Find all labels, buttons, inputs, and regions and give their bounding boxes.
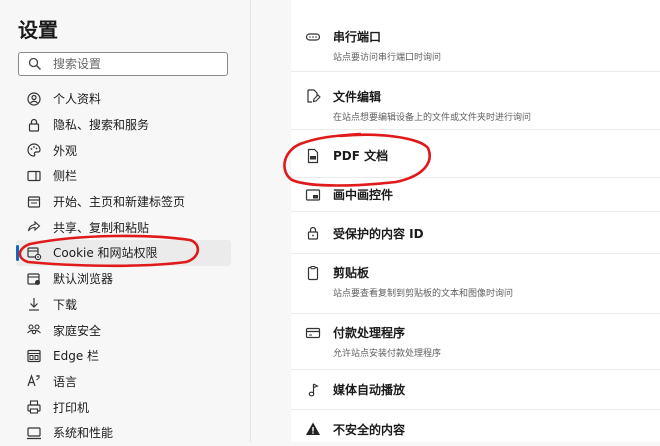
download-icon xyxy=(29,298,39,311)
system-icon xyxy=(27,427,41,439)
page-title: 设置 xyxy=(18,18,58,42)
sidebar-item-label: 系统和性能 xyxy=(53,426,114,441)
edge-bar-icon xyxy=(27,349,41,362)
file-edit-icon xyxy=(307,89,321,103)
permission-file-editing[interactable]: 文件编辑 在站点想要编辑设备上的文件或文件夹时进行询问 xyxy=(291,72,660,130)
permission-label: PDF 文档 xyxy=(333,149,389,163)
sidebar-item-cookies[interactable]: Cookie 和网站权限 xyxy=(16,240,231,266)
permission-insecure-content[interactable]: 不安全的内容 xyxy=(291,410,660,442)
sidebar-item-label: 打印机 xyxy=(53,400,90,415)
permission-label: 付款处理程序 xyxy=(333,326,406,340)
sidebar-item-printers[interactable]: 打印机 xyxy=(16,394,231,420)
permission-description: 在站点想要编辑设备上的文件或文件夹时进行询问 xyxy=(333,113,532,123)
permission-label: 画中画控件 xyxy=(333,188,394,202)
picture-in-picture-icon xyxy=(305,189,321,201)
sidebar-item-default-browser[interactable]: 默认浏览器 xyxy=(16,266,231,292)
warning-icon xyxy=(306,422,320,435)
permission-label: 串行端口 xyxy=(333,30,382,44)
printer-icon xyxy=(27,400,41,414)
sidebar-item-label: 默认浏览器 xyxy=(53,272,114,287)
sidebar-item-label: 语言 xyxy=(53,374,78,389)
sidebar-item-downloads[interactable]: 下载 xyxy=(16,292,231,318)
sidebar-divider xyxy=(250,0,251,442)
permission-description: 站点要查看复制到剪贴板的文本和图像时询问 xyxy=(333,289,514,299)
sidebar-item-start-home[interactable]: 开始、主页和新建标签页 xyxy=(16,189,231,215)
permission-description: 允许站点安装付款处理程序 xyxy=(333,349,442,359)
sidebar-item-label: 下载 xyxy=(53,297,78,312)
permission-media-autoplay[interactable]: 媒体自动播放 xyxy=(291,370,660,410)
permission-protected-content[interactable]: 受保护的内容 ID xyxy=(291,212,660,254)
permission-label: 受保护的内容 ID xyxy=(333,227,424,241)
clipboard-icon xyxy=(307,266,319,281)
sidebar-item-label: 隐私、搜索和服务 xyxy=(53,118,150,133)
sidebar-item-privacy[interactable]: 隐私、搜索和服务 xyxy=(16,112,231,138)
sidebar-item-share[interactable]: 共享、复制和粘贴 xyxy=(16,214,231,240)
protected-content-icon xyxy=(307,226,319,240)
permission-label: 媒体自动播放 xyxy=(333,383,406,397)
permission-payment-handlers[interactable]: 付款处理程序 允许站点安装付款处理程序 xyxy=(291,314,660,370)
sidebar-item-family[interactable]: 家庭安全 xyxy=(16,317,231,343)
permission-picture-in-picture[interactable]: 画中画控件 xyxy=(291,178,660,212)
sidebar-nav: 个人资料 隐私、搜索和服务 外观 侧栏 开始、主页和新建标签页 共享、复制和粘贴… xyxy=(16,86,231,446)
site-permissions-panel: 串行端口 站点要访问串行端口时询问 文件编辑 在站点想要编辑设备上的文件或文件夹… xyxy=(291,0,660,442)
permission-clipboard[interactable]: 剪贴板 站点要查看复制到剪贴板的文本和图像时询问 xyxy=(291,254,660,314)
sidebar-item-appearance[interactable]: 外观 xyxy=(16,137,231,163)
language-icon xyxy=(27,374,40,387)
profile-icon xyxy=(27,92,41,106)
sidebar-item-language[interactable]: 语言 xyxy=(16,369,231,395)
sidebar-item-label: Cookie 和网站权限 xyxy=(53,246,158,261)
home-tab-icon xyxy=(27,195,41,208)
permission-label: 不安全的内容 xyxy=(333,423,406,437)
sidebar-item-label: 侧栏 xyxy=(53,169,78,184)
settings-sidebar: 设置 个人资料 隐私、搜索和服务 xyxy=(0,0,250,442)
permission-label: 剪贴板 xyxy=(333,266,370,280)
sidebar-item-label: 外观 xyxy=(53,143,78,158)
payment-icon xyxy=(305,327,321,339)
sidebar-item-profile[interactable]: 个人资料 xyxy=(16,86,231,112)
sidebar-item-label: Edge 栏 xyxy=(53,349,100,364)
browser-icon xyxy=(27,273,40,285)
sidebar-icon xyxy=(27,170,41,182)
permission-label: 文件编辑 xyxy=(333,90,382,104)
music-note-icon xyxy=(308,383,319,397)
search-box[interactable] xyxy=(18,52,228,76)
permission-serial-ports[interactable]: 串行端口 站点要访问串行端口时询问 xyxy=(291,0,660,72)
sidebar-item-label: 开始、主页和新建标签页 xyxy=(53,195,186,210)
sidebar-item-label: 个人资料 xyxy=(53,92,102,107)
pdf-document-icon xyxy=(307,148,319,164)
permission-description: 站点要访问串行端口时询问 xyxy=(333,53,442,63)
site-permissions-icon xyxy=(27,247,42,261)
family-icon xyxy=(27,324,41,335)
serial-port-icon xyxy=(305,33,321,41)
share-icon xyxy=(27,221,41,232)
search-input[interactable] xyxy=(53,55,223,73)
sidebar-item-sidebar[interactable]: 侧栏 xyxy=(16,163,231,189)
sidebar-item-edge-bar[interactable]: Edge 栏 xyxy=(16,343,231,369)
sidebar-item-label: 共享、复制和粘贴 xyxy=(53,220,150,235)
lock-icon xyxy=(28,118,40,132)
permission-pdf-documents[interactable]: PDF 文档 xyxy=(291,130,660,178)
palette-icon xyxy=(27,143,41,157)
sidebar-item-label: 家庭安全 xyxy=(53,323,102,338)
search-icon xyxy=(28,57,41,70)
